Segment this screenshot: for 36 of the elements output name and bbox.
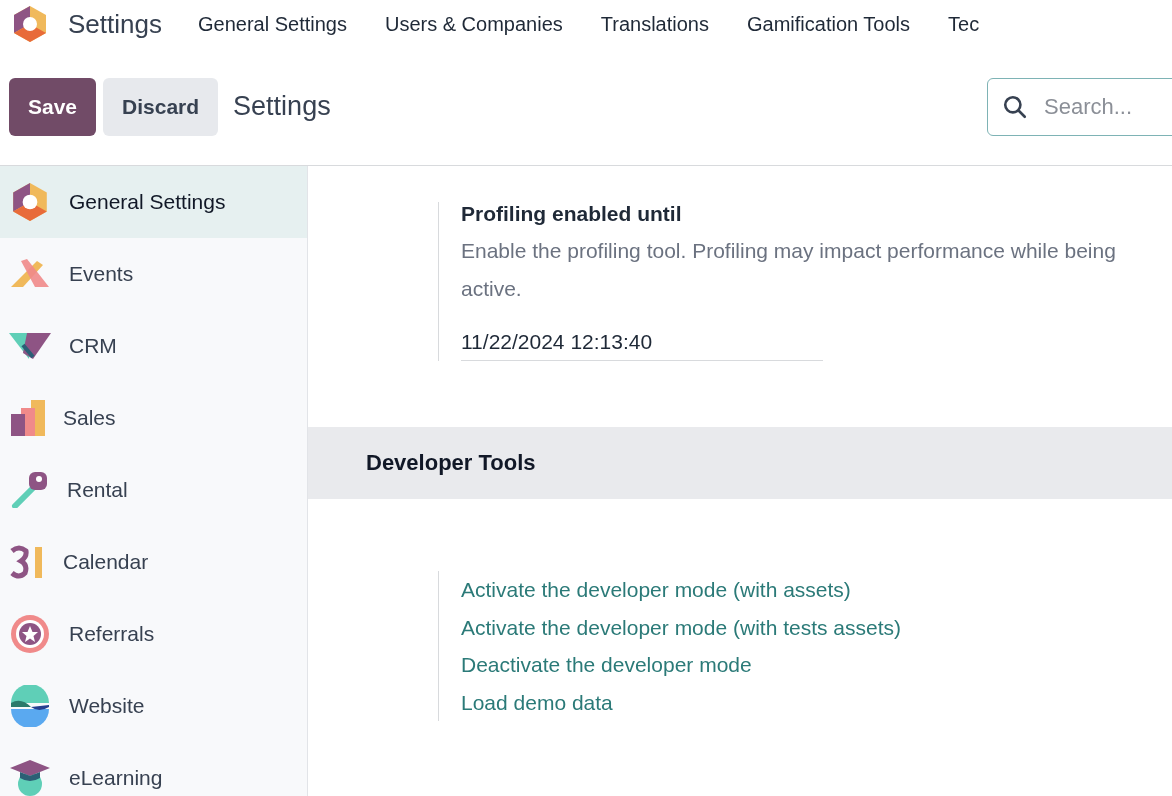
menu-item[interactable]: General Settings — [197, 12, 347, 36]
developer-link[interactable]: Activate the developer mode (with tests assets) — [461, 608, 1172, 646]
menu-item[interactable]: Users & Companies — [384, 12, 563, 36]
setting-title: Profiling enabled until — [461, 202, 683, 226]
menu-item[interactable]: Gamification Tools — [747, 12, 911, 36]
sidebar-item[interactable]: Calendar — [0, 526, 307, 598]
save-button[interactable]: Save — [9, 77, 97, 136]
developer-link[interactable]: Activate the developer mode (with assets) — [461, 571, 1172, 609]
bar-chart-icon — [9, 400, 45, 436]
search-field[interactable]: Search... — [987, 77, 1172, 136]
sidebar-item[interactable]: CRM — [0, 310, 307, 382]
wave-globe-icon — [9, 685, 51, 727]
sidebar-item[interactable]: Referrals — [0, 598, 307, 670]
sidebar-item[interactable]: Events — [0, 238, 307, 310]
discard-button[interactable]: Discard — [103, 77, 219, 136]
developer-link[interactable]: Load demo data — [461, 683, 1172, 721]
datetime-field[interactable]: 11/22/2024 12:13:40 — [461, 318, 823, 361]
breadcrumb: Settings — [233, 91, 331, 122]
developer-link[interactable]: Deactivate the developer mode — [461, 646, 1172, 684]
sidebar-item[interactable]: eLearning — [0, 742, 307, 796]
key-icon — [9, 472, 49, 508]
section-title: Developer Tools — [366, 450, 536, 476]
search-icon — [1002, 93, 1028, 120]
sidebar-item[interactable]: Rental — [0, 454, 307, 526]
star-badge-icon — [9, 613, 51, 655]
sidebar-item[interactable]: General Settings — [0, 166, 307, 238]
crossed-shapes-icon — [9, 259, 51, 289]
search-input[interactable]: Search... — [1042, 92, 1166, 121]
menu-item[interactable]: Translations — [600, 12, 709, 36]
calendar-number-icon — [9, 545, 45, 579]
sidebar-item[interactable]: Website — [0, 670, 307, 742]
menu-item[interactable]: Tec — [948, 12, 980, 36]
setting-description: Enable the profiling tool. Profiling may impact performance while being active. — [461, 238, 1117, 302]
sidebar-item[interactable]: Sales — [0, 382, 307, 454]
graduation-cap-icon — [9, 760, 51, 796]
app-title: Settings — [68, 8, 162, 40]
